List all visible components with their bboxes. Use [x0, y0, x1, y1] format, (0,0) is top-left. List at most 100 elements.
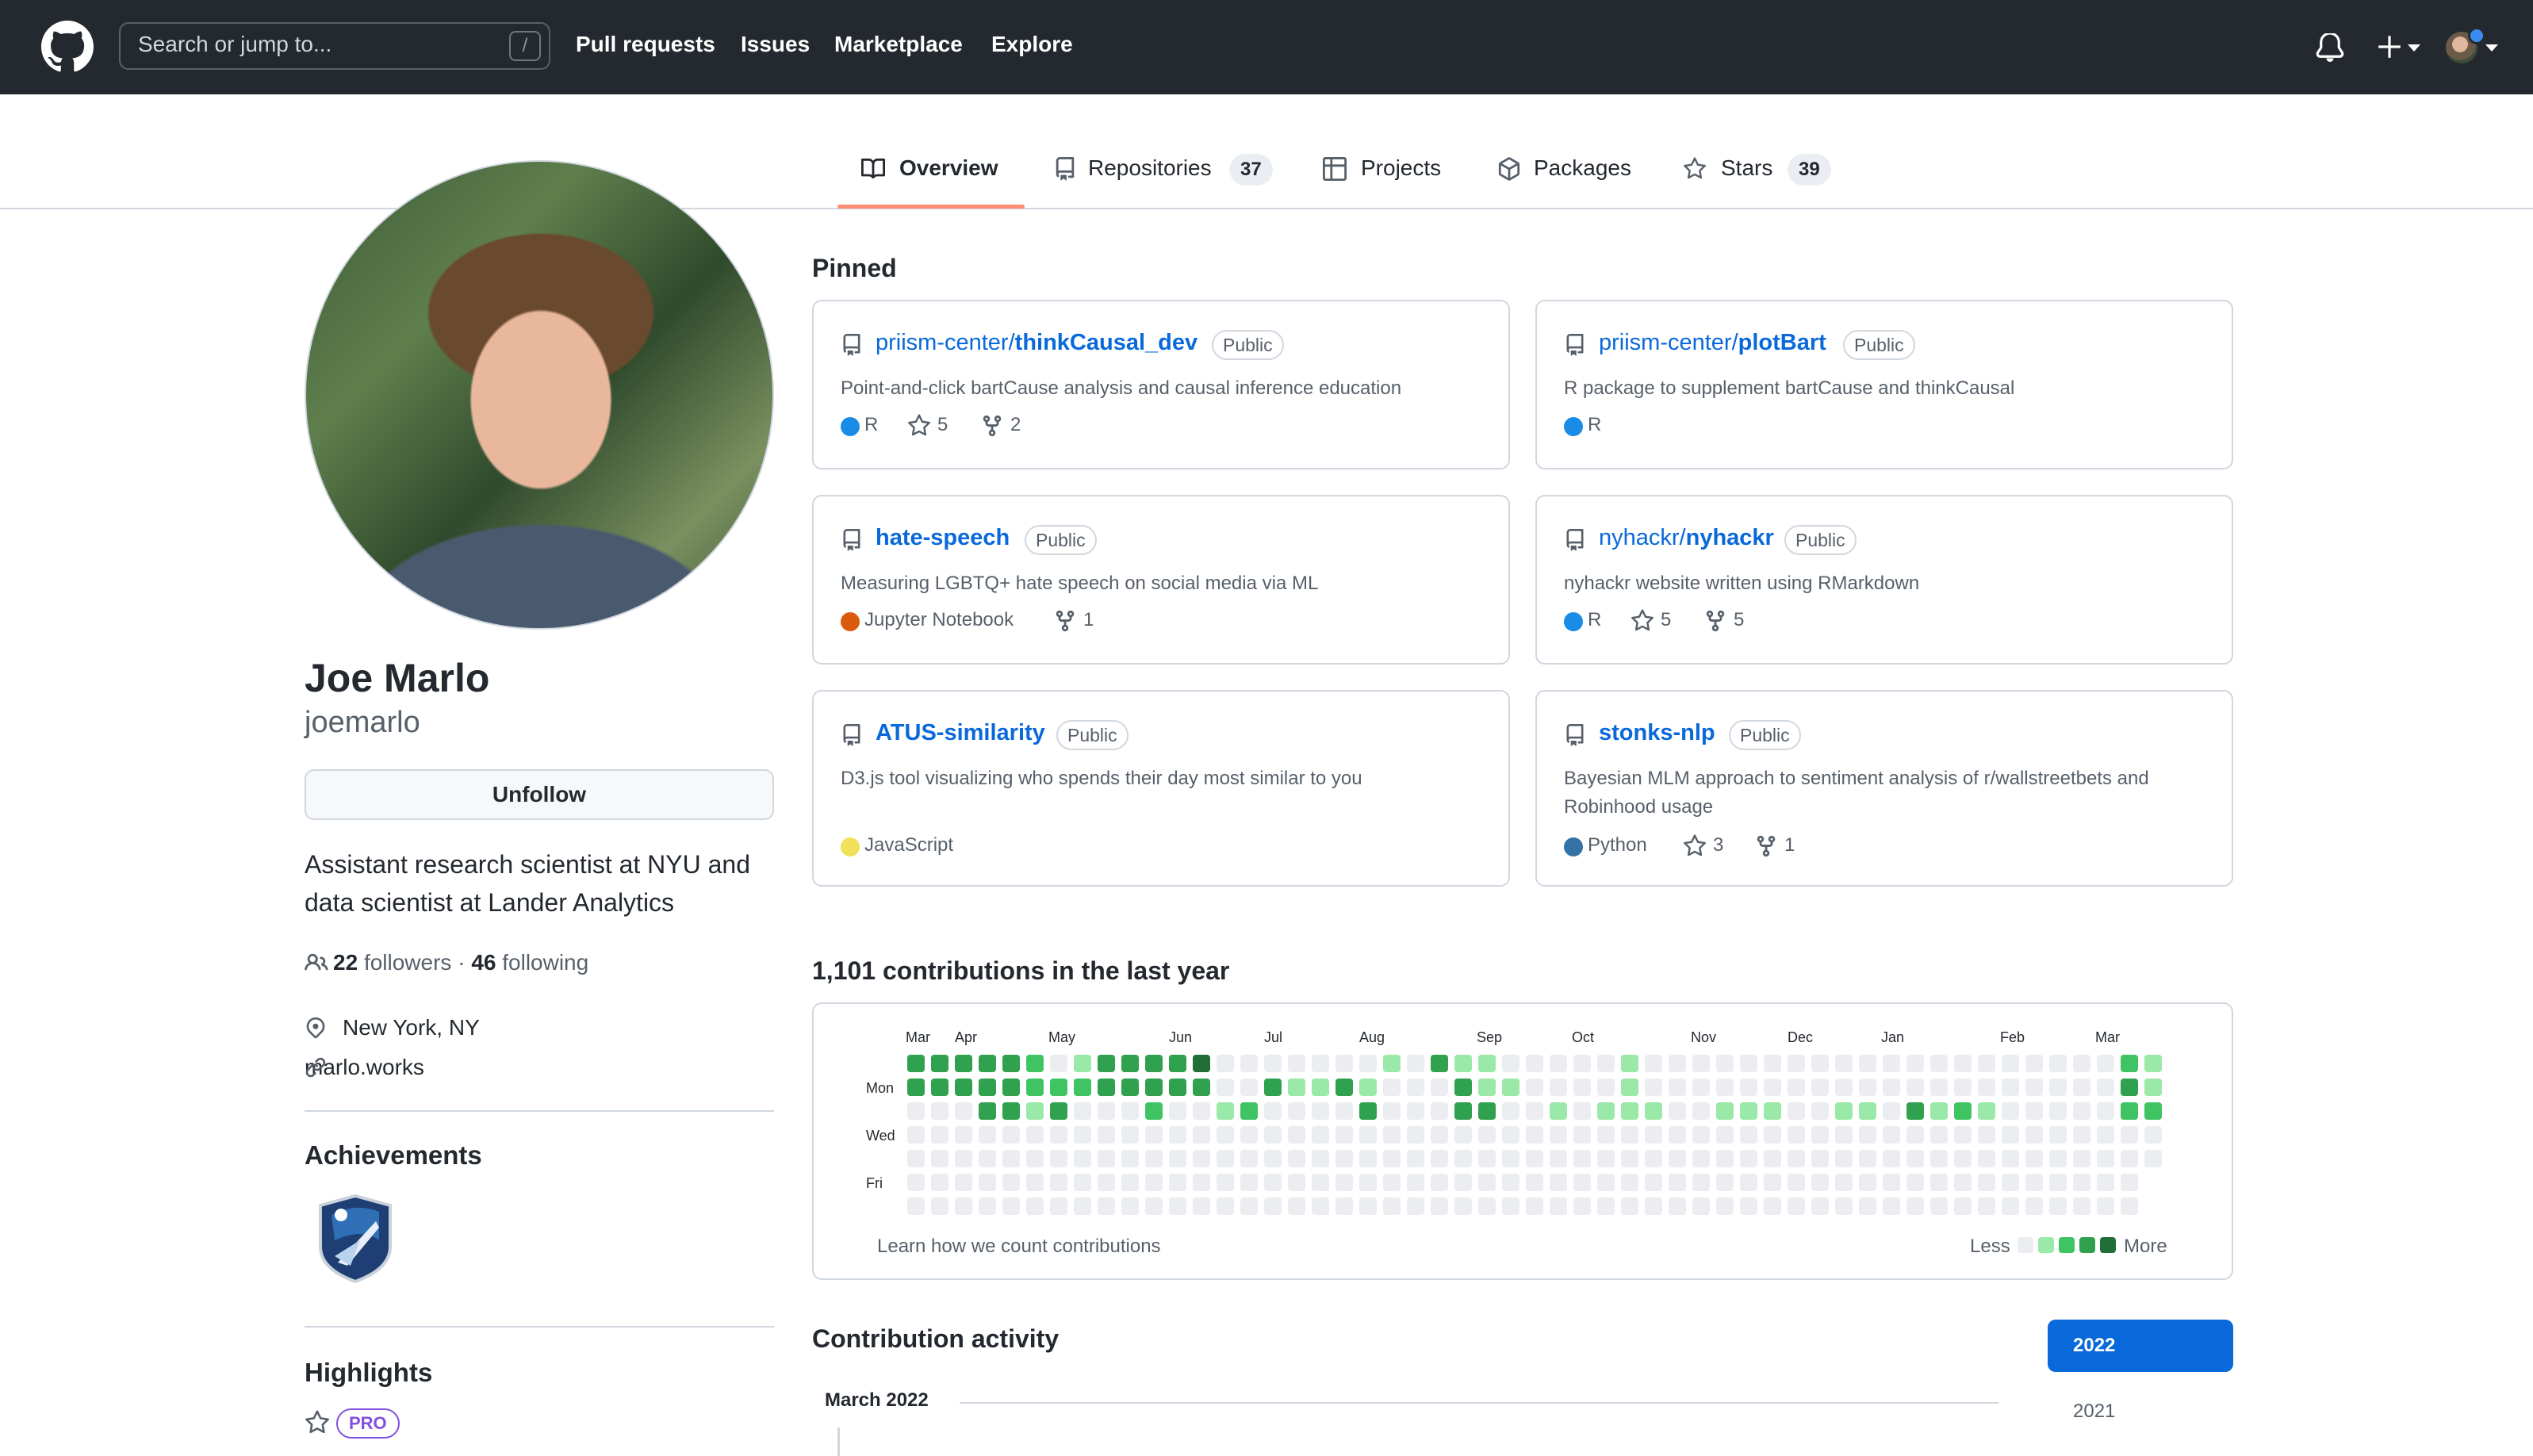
contribution-day-cell[interactable] [2025, 1126, 2043, 1144]
contribution-day-cell[interactable] [1716, 1079, 1734, 1096]
contribution-day-cell[interactable] [907, 1055, 925, 1072]
contribution-day-cell[interactable] [1740, 1197, 1757, 1215]
contribution-day-cell[interactable] [1431, 1102, 1448, 1120]
contribution-day-cell[interactable] [1550, 1150, 1567, 1167]
contribution-day-cell[interactable] [1692, 1102, 1710, 1120]
contribution-day-cell[interactable] [1193, 1150, 1210, 1167]
contribution-day-cell[interactable] [1407, 1102, 1424, 1120]
contribution-day-cell[interactable] [1050, 1079, 1067, 1096]
fork-icon[interactable] [1053, 609, 1077, 633]
contribution-day-cell[interactable] [1502, 1079, 1519, 1096]
contribution-day-cell[interactable] [1098, 1055, 1115, 1072]
contribution-day-cell[interactable] [1217, 1102, 1234, 1120]
contribution-day-cell[interactable] [2097, 1055, 2114, 1072]
contribution-day-cell[interactable] [1788, 1126, 1805, 1144]
followers-link[interactable]: 22 followers [333, 950, 451, 975]
notifications-bell-icon[interactable] [2316, 33, 2344, 62]
contribution-day-cell[interactable] [1050, 1055, 1067, 1072]
contribution-day-cell[interactable] [1621, 1197, 1638, 1215]
contribution-day-cell[interactable] [1217, 1055, 1234, 1072]
contribution-day-cell[interactable] [2121, 1174, 2138, 1191]
contribution-day-cell[interactable] [2073, 1079, 2090, 1096]
contribution-day-cell[interactable] [907, 1150, 925, 1167]
contribution-day-cell[interactable] [1645, 1197, 1662, 1215]
contribution-day-cell[interactable] [1954, 1126, 1972, 1144]
contribution-day-cell[interactable] [1478, 1102, 1496, 1120]
contribution-day-cell[interactable] [1264, 1197, 1282, 1215]
contribution-day-cell[interactable] [1764, 1079, 1781, 1096]
contribution-day-cell[interactable] [1026, 1197, 1044, 1215]
contribution-day-cell[interactable] [979, 1079, 996, 1096]
contribution-day-cell[interactable] [1454, 1150, 1472, 1167]
repo-stars[interactable]: 5 [937, 414, 948, 436]
contribution-day-cell[interactable] [931, 1079, 948, 1096]
contribution-day-cell[interactable] [1978, 1126, 1995, 1144]
contribution-day-cell[interactable] [1906, 1174, 1924, 1191]
contribution-day-cell[interactable] [1811, 1126, 1829, 1144]
contribution-day-cell[interactable] [2097, 1102, 2114, 1120]
contribution-day-cell[interactable] [1978, 1197, 1995, 1215]
create-menu-caret-icon[interactable] [2408, 44, 2420, 52]
contribution-day-cell[interactable] [1050, 1102, 1067, 1120]
contribution-day-cell[interactable] [907, 1102, 925, 1120]
contribution-day-cell[interactable] [1597, 1055, 1615, 1072]
contribution-day-cell[interactable] [955, 1150, 972, 1167]
contribution-day-cell[interactable] [907, 1197, 925, 1215]
contribution-day-cell[interactable] [2073, 1197, 2090, 1215]
tab-projects[interactable]: Projects [1361, 155, 1441, 181]
contribution-day-cell[interactable] [1597, 1079, 1615, 1096]
contribution-day-cell[interactable] [2025, 1174, 2043, 1191]
contribution-day-cell[interactable] [1312, 1150, 1329, 1167]
contribution-day-cell[interactable] [1335, 1174, 1353, 1191]
contribution-day-cell[interactable] [2121, 1197, 2138, 1215]
contribution-day-cell[interactable] [1288, 1174, 1305, 1191]
contribution-day-cell[interactable] [1978, 1150, 1995, 1167]
contribution-day-cell[interactable] [1169, 1079, 1186, 1096]
contribution-day-cell[interactable] [1169, 1126, 1186, 1144]
contribution-day-cell[interactable] [1883, 1079, 1900, 1096]
unfollow-button[interactable]: Unfollow [305, 769, 774, 820]
contribution-day-cell[interactable] [1597, 1102, 1615, 1120]
contribution-day-cell[interactable] [1288, 1079, 1305, 1096]
contribution-day-cell[interactable] [2049, 1102, 2067, 1120]
contribution-day-cell[interactable] [1692, 1055, 1710, 1072]
contribution-day-cell[interactable] [1121, 1079, 1139, 1096]
contribution-day-cell[interactable] [1407, 1079, 1424, 1096]
contribution-day-cell[interactable] [1264, 1079, 1282, 1096]
contribution-day-cell[interactable] [1573, 1150, 1591, 1167]
contribution-day-cell[interactable] [2002, 1102, 2019, 1120]
contribution-day-cell[interactable] [1883, 1055, 1900, 1072]
nav-pull-requests[interactable]: Pull requests [576, 32, 715, 57]
contribution-day-cell[interactable] [1930, 1150, 1948, 1167]
contribution-day-cell[interactable] [1098, 1102, 1115, 1120]
contribution-day-cell[interactable] [1502, 1150, 1519, 1167]
contribution-day-cell[interactable] [1121, 1174, 1139, 1191]
contribution-day-cell[interactable] [1454, 1102, 1472, 1120]
contribution-day-cell[interactable] [1930, 1126, 1948, 1144]
contribution-day-cell[interactable] [1669, 1197, 1686, 1215]
contribution-day-cell[interactable] [1074, 1174, 1091, 1191]
contribution-day-cell[interactable] [1026, 1126, 1044, 1144]
repo-link[interactable]: stonks-nlp [1599, 720, 1715, 746]
contribution-day-cell[interactable] [1645, 1174, 1662, 1191]
contribution-day-cell[interactable] [2097, 1174, 2114, 1191]
contribution-day-cell[interactable] [1526, 1102, 1543, 1120]
star-icon[interactable] [1631, 609, 1654, 633]
contribution-day-cell[interactable] [1740, 1102, 1757, 1120]
contribution-day-cell[interactable] [1098, 1197, 1115, 1215]
github-logo-icon[interactable] [41, 21, 94, 73]
contribution-day-cell[interactable] [1383, 1079, 1401, 1096]
contribution-day-cell[interactable] [1335, 1055, 1353, 1072]
contribution-day-cell[interactable] [2121, 1102, 2138, 1120]
contribution-day-cell[interactable] [1335, 1126, 1353, 1144]
contribution-day-cell[interactable] [1383, 1150, 1401, 1167]
contribution-day-cell[interactable] [1740, 1150, 1757, 1167]
contribution-day-cell[interactable] [1240, 1197, 1258, 1215]
repo-forks[interactable]: 2 [1010, 414, 1021, 436]
contribution-day-cell[interactable] [1121, 1197, 1139, 1215]
contribution-day-cell[interactable] [1906, 1126, 1924, 1144]
contribution-day-cell[interactable] [1002, 1126, 1020, 1144]
nav-issues[interactable]: Issues [741, 32, 810, 57]
contribution-day-cell[interactable] [1383, 1055, 1401, 1072]
contribution-day-cell[interactable] [1335, 1102, 1353, 1120]
